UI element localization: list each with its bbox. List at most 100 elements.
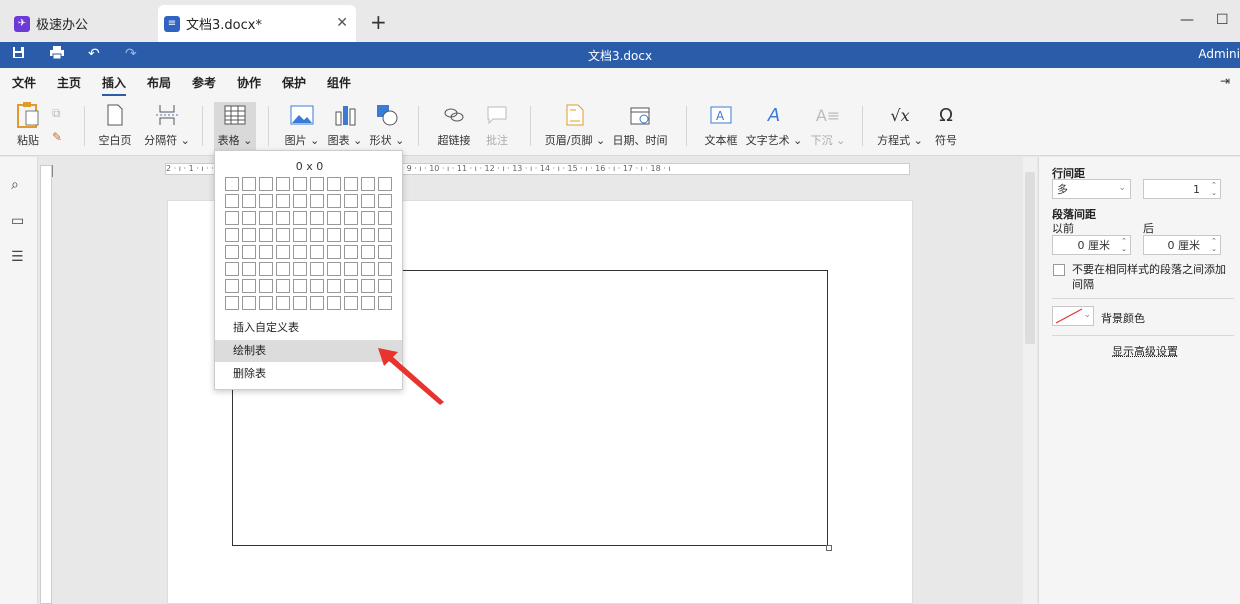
table-grid-cell[interactable] — [361, 194, 375, 208]
text-art-button[interactable]: A 文字艺术 ⌄ — [746, 102, 803, 150]
table-grid-cell[interactable] — [327, 211, 341, 225]
table-grid-cell[interactable] — [242, 211, 256, 225]
menu-layout[interactable]: 布局 — [147, 74, 171, 91]
spinner-icon[interactable]: ⌃ ⌄ — [1121, 237, 1127, 253]
table-grid-cell[interactable] — [344, 296, 358, 310]
drop-cap-button[interactable]: A≡ 下沉 ⌄ — [810, 102, 846, 150]
paste-button[interactable]: 粘贴 — [12, 102, 44, 150]
table-grid-cell[interactable] — [225, 245, 239, 259]
table-grid-cell[interactable] — [242, 279, 256, 293]
table-grid-cell[interactable] — [242, 228, 256, 242]
date-time-button[interactable]: 日期、时间 — [612, 102, 668, 150]
no-space-same-style-checkbox[interactable] — [1053, 264, 1065, 276]
table-grid-cell[interactable] — [259, 296, 273, 310]
chart-button[interactable]: 图表 ⌄ — [327, 102, 363, 150]
spacing-before-input[interactable]: 0 厘米 ⌃ ⌄ — [1052, 235, 1131, 255]
header-footer-button[interactable]: 页眉/页脚 ⌄ — [545, 102, 605, 150]
menu-collaborate[interactable]: 协作 — [237, 74, 261, 91]
table-grid-cell[interactable] — [259, 211, 273, 225]
table-grid-cell[interactable] — [242, 245, 256, 259]
table-grid-cell[interactable] — [259, 262, 273, 276]
table-grid-cell[interactable] — [378, 262, 392, 276]
menu-file[interactable]: 文件 — [12, 74, 36, 91]
table-grid-cell[interactable] — [276, 228, 290, 242]
table-grid-cell[interactable] — [327, 245, 341, 259]
table-grid-cell[interactable] — [361, 245, 375, 259]
delete-table-item[interactable]: 删除表 — [215, 363, 402, 385]
table-grid-cell[interactable] — [378, 245, 392, 259]
table-grid-cell[interactable] — [361, 211, 375, 225]
table-grid-cell[interactable] — [310, 296, 324, 310]
show-advanced-settings-link[interactable]: 显示高级设置 — [1112, 343, 1178, 359]
blank-page-button[interactable]: 空白页 — [96, 102, 134, 150]
insert-custom-table-item[interactable]: 插入自定义表 — [215, 317, 402, 339]
new-tab-plus-icon[interactable]: + — [370, 10, 387, 34]
table-grid-cell[interactable] — [344, 177, 358, 191]
table-grid-cell[interactable] — [225, 296, 239, 310]
background-color-picker[interactable]: ⌄ — [1052, 306, 1094, 326]
table-grid-cell[interactable] — [225, 279, 239, 293]
table-grid-cell[interactable] — [344, 279, 358, 293]
table-grid-cell[interactable] — [293, 228, 307, 242]
user-name[interactable]: Admini — [1198, 47, 1240, 61]
table-grid-cell[interactable] — [276, 194, 290, 208]
table-grid-cell[interactable] — [293, 177, 307, 191]
maximize-icon[interactable]: ☐ — [1216, 12, 1229, 28]
spacing-after-input[interactable]: 0 厘米 ⌃ ⌄ — [1143, 235, 1221, 255]
table-grid-cell[interactable] — [276, 262, 290, 276]
table-grid-cell[interactable] — [344, 194, 358, 208]
table-size-grid[interactable] — [225, 177, 392, 310]
table-grid-cell[interactable] — [361, 177, 375, 191]
table-grid-cell[interactable] — [225, 177, 239, 191]
table-grid-cell[interactable] — [310, 177, 324, 191]
table-grid-cell[interactable] — [327, 228, 341, 242]
table-grid-cell[interactable] — [276, 177, 290, 191]
comment-button[interactable]: 批注 — [482, 102, 512, 150]
line-spacing-value-input[interactable]: 1 ⌃ ⌄ — [1143, 179, 1221, 199]
table-grid-cell[interactable] — [327, 296, 341, 310]
table-grid-cell[interactable] — [259, 245, 273, 259]
table-grid-cell[interactable] — [361, 279, 375, 293]
navigation-icon[interactable]: ☰ — [11, 249, 24, 265]
table-grid-cell[interactable] — [242, 262, 256, 276]
table-grid-cell[interactable] — [327, 262, 341, 276]
table-grid-cell[interactable] — [259, 228, 273, 242]
draw-table-item[interactable]: 绘制表 — [215, 340, 402, 362]
symbol-button[interactable]: Ω 符号 — [932, 102, 960, 150]
copy-icon[interactable]: ⧉ — [52, 106, 61, 121]
table-grid-cell[interactable] — [310, 279, 324, 293]
table-grid-cell[interactable] — [344, 211, 358, 225]
table-grid-cell[interactable] — [259, 194, 273, 208]
table-grid-cell[interactable] — [276, 296, 290, 310]
shape-button[interactable]: 形状 ⌄ — [369, 102, 405, 150]
open-location-icon[interactable]: ⇥ — [1220, 74, 1230, 88]
table-grid-cell[interactable] — [344, 228, 358, 242]
table-resize-handle[interactable] — [826, 545, 832, 551]
app-tab[interactable]: ✈ 极速办公 — [6, 5, 146, 42]
table-grid-cell[interactable] — [378, 194, 392, 208]
table-grid-cell[interactable] — [225, 194, 239, 208]
table-grid-cell[interactable] — [293, 194, 307, 208]
table-grid-cell[interactable] — [361, 262, 375, 276]
table-grid-cell[interactable] — [310, 228, 324, 242]
table-grid-cell[interactable] — [378, 211, 392, 225]
table-grid-cell[interactable] — [225, 228, 239, 242]
table-grid-cell[interactable] — [293, 296, 307, 310]
table-grid-cell[interactable] — [225, 262, 239, 276]
equation-button[interactable]: √x 方程式 ⌄ — [876, 102, 924, 150]
table-grid-cell[interactable] — [259, 279, 273, 293]
table-grid-cell[interactable] — [344, 262, 358, 276]
spinner-icon[interactable]: ⌃ ⌄ — [1211, 181, 1217, 197]
table-grid-cell[interactable] — [242, 194, 256, 208]
table-grid-cell[interactable] — [242, 177, 256, 191]
table-grid-cell[interactable] — [344, 245, 358, 259]
menu-protect[interactable]: 保护 — [282, 74, 306, 91]
vertical-ruler[interactable] — [40, 165, 52, 604]
comments-icon[interactable]: ▭ — [11, 213, 24, 229]
table-grid-cell[interactable] — [378, 228, 392, 242]
menu-references[interactable]: 参考 — [192, 74, 216, 91]
table-grid-cell[interactable] — [378, 296, 392, 310]
text-box-button[interactable]: A 文本框 — [702, 102, 740, 150]
section-break-button[interactable]: 分隔符 ⌄ — [144, 102, 190, 150]
table-grid-cell[interactable] — [361, 228, 375, 242]
